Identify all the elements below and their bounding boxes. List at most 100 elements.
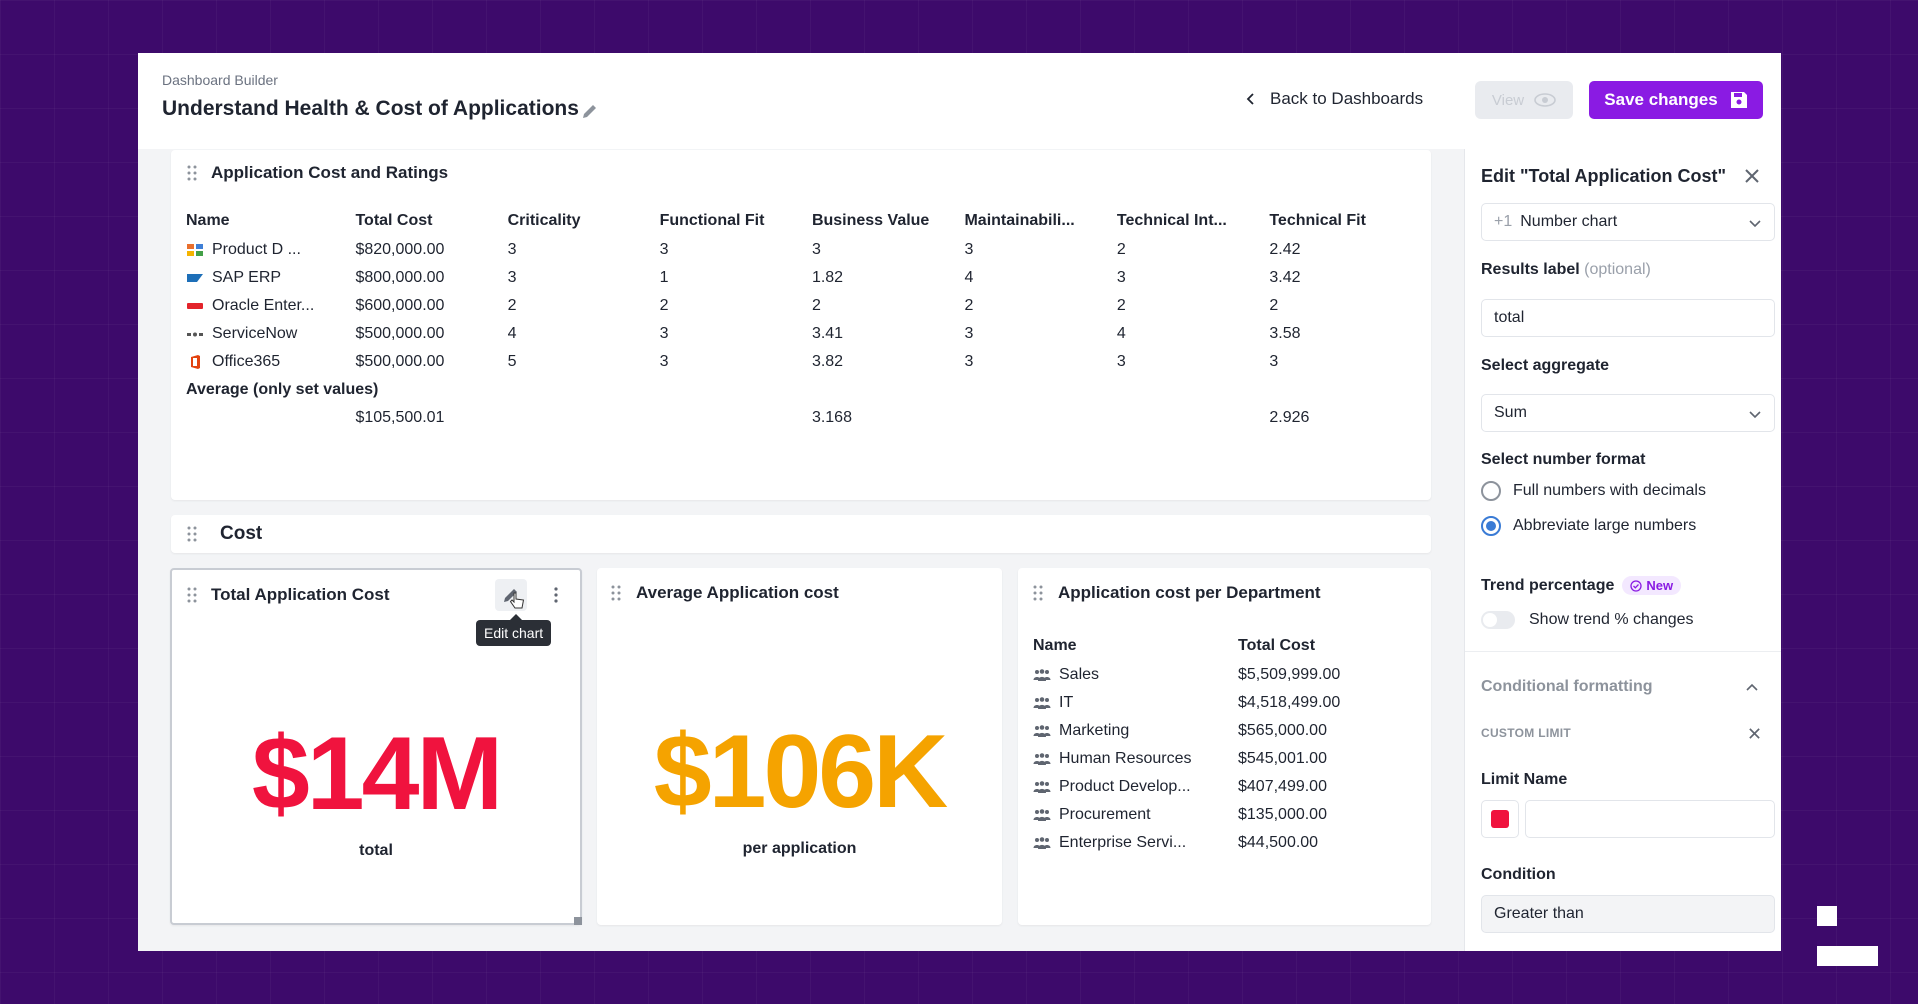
department-name: Sales xyxy=(1059,666,1100,683)
radio-label: Full numbers with decimals xyxy=(1513,482,1706,499)
cell: 3 xyxy=(1269,353,1279,370)
cell: 2 xyxy=(1116,241,1126,258)
limit-color-picker[interactable] xyxy=(1481,800,1519,838)
close-icon[interactable] xyxy=(1748,727,1761,740)
table-row[interactable]: ServiceNow $500,000.00 4 3 3.41 3 4 3.58 xyxy=(186,320,1366,348)
cell: 2 xyxy=(964,297,974,314)
team-icon xyxy=(1033,809,1051,821)
table-row[interactable]: Office365 $500,000.00 5 3 3.82 3 3 3 xyxy=(186,348,1366,376)
ratings-table: Name Total Cost Criticality Functional F… xyxy=(186,206,1366,432)
radio-abbreviate[interactable]: Abbreviate large numbers xyxy=(1481,516,1696,536)
drag-handle-icon[interactable] xyxy=(611,585,621,601)
cell-name: Office365 xyxy=(212,353,281,370)
column-header[interactable]: Functional Fit xyxy=(660,206,812,236)
team-icon xyxy=(1033,781,1051,793)
cell: 4 xyxy=(964,269,974,286)
trend-title-text: Trend percentage xyxy=(1481,576,1615,594)
cell: 2 xyxy=(1269,297,1279,314)
column-header[interactable]: Name xyxy=(186,206,355,236)
aggregate-title: Select aggregate xyxy=(1481,357,1610,374)
average-cost-caption: per application xyxy=(742,840,857,857)
table-row[interactable]: Oracle Enter... $600,000.00 2 2 2 2 2 2 xyxy=(186,292,1366,320)
column-header[interactable]: Criticality xyxy=(508,206,660,236)
cell: 2 xyxy=(1116,297,1126,314)
drag-handle-icon[interactable] xyxy=(187,587,197,603)
color-swatch xyxy=(1491,810,1509,828)
chart-type-prefix: +1 xyxy=(1494,213,1513,230)
department-total-cost: $407,499.00 xyxy=(1238,778,1327,795)
table-header-row: Name Total Cost Criticality Functional F… xyxy=(186,206,1366,236)
radio-button[interactable] xyxy=(1481,481,1501,501)
close-icon[interactable] xyxy=(1743,167,1761,185)
cell: 5 xyxy=(507,353,517,370)
table-row[interactable]: Marketing $565,000.00 xyxy=(1033,717,1393,745)
table-row[interactable]: IT $4,518,499.00 xyxy=(1033,689,1393,717)
results-label-input[interactable]: total xyxy=(1481,299,1775,337)
column-header[interactable]: Business Value xyxy=(812,206,965,236)
ratings-panel: Application Cost and Ratings Name Total … xyxy=(171,150,1431,500)
total-cost-card[interactable]: Total Application Cost Edit chart $14M t… xyxy=(170,568,582,925)
table-row[interactable]: Enterprise Servi... $44,500.00 xyxy=(1033,829,1393,857)
average-cost-card[interactable]: Average Application cost $106K per appli… xyxy=(597,568,1002,925)
radio-button-selected[interactable] xyxy=(1481,516,1501,536)
department-name: Human Resources xyxy=(1059,750,1192,767)
department-total-cost: $44,500.00 xyxy=(1238,834,1319,851)
cell: 3.42 xyxy=(1269,269,1301,286)
average-cell xyxy=(660,404,812,432)
average-cell: 2.926 xyxy=(1269,409,1310,426)
table-row[interactable]: Product Develop... $407,499.00 xyxy=(1033,773,1393,801)
chart-type-select[interactable]: +1 Number chart xyxy=(1481,203,1775,241)
cell: 3 xyxy=(659,241,669,258)
cell: 2 xyxy=(507,297,517,314)
optional-label: (optional) xyxy=(1584,261,1651,278)
cell: 2 xyxy=(659,297,669,314)
column-header[interactable]: Name xyxy=(1033,631,1238,661)
total-cost-caption: total xyxy=(359,842,393,859)
more-vertical-icon[interactable] xyxy=(553,586,559,604)
column-header[interactable]: Maintainabili... xyxy=(964,206,1116,236)
view-label: View xyxy=(1491,91,1525,109)
department-total-cost: $565,000.00 xyxy=(1238,722,1327,739)
column-header[interactable]: Total Cost xyxy=(1238,631,1393,661)
trend-toggle[interactable] xyxy=(1481,611,1515,629)
table-row[interactable]: Product D ... $820,000.00 3 3 3 3 2 2.42 xyxy=(186,236,1366,264)
cell-name: Product D ... xyxy=(212,241,301,258)
table-row[interactable]: Sales $5,509,999.00 xyxy=(1033,661,1393,689)
edit-chart-tooltip: Edit chart xyxy=(476,614,552,646)
back-label: Back to Dashboards xyxy=(1270,89,1424,108)
pencil-icon[interactable] xyxy=(580,101,600,121)
condition-select[interactable]: Greater than xyxy=(1481,895,1775,933)
average-cell xyxy=(1117,404,1269,432)
cell: 4 xyxy=(1116,325,1126,342)
total-cost-value: $14M xyxy=(251,716,503,832)
table-row[interactable]: Human Resources $545,001.00 xyxy=(1033,745,1393,773)
view-button[interactable]: View xyxy=(1475,81,1573,119)
save-changes-button[interactable]: Save changes xyxy=(1589,81,1763,119)
drag-handle-icon[interactable] xyxy=(1033,585,1043,601)
trend-toggle-label: Show trend % changes xyxy=(1529,611,1694,628)
drag-handle-icon[interactable] xyxy=(187,165,197,181)
back-to-dashboards-link[interactable]: Back to Dashboards xyxy=(1246,89,1423,109)
table-row[interactable]: SAP ERP $800,000.00 3 1 1.82 4 3 3.42 xyxy=(186,264,1366,292)
limit-name-input[interactable] xyxy=(1525,800,1775,838)
conditional-formatting-title[interactable]: Conditional formatting xyxy=(1481,678,1653,696)
column-header[interactable]: Technical Int... xyxy=(1117,206,1269,236)
department-total-cost: $135,000.00 xyxy=(1238,806,1327,823)
brand-mark-bar xyxy=(1817,946,1878,966)
breadcrumb[interactable]: Dashboard Builder xyxy=(162,72,278,88)
resize-handle[interactable] xyxy=(574,917,582,925)
aggregate-select[interactable]: Sum xyxy=(1481,394,1775,432)
table-row[interactable]: Procurement $135,000.00 xyxy=(1033,801,1393,829)
cell: 3.58 xyxy=(1269,325,1301,342)
column-header[interactable]: Total Cost xyxy=(355,206,507,236)
cell: 3 xyxy=(507,269,517,286)
column-header[interactable]: Technical Fit xyxy=(1269,206,1366,236)
department-card[interactable]: Application cost per Department Name Tot… xyxy=(1018,568,1431,925)
radio-full-numbers[interactable]: Full numbers with decimals xyxy=(1481,481,1706,501)
chevron-up-icon[interactable] xyxy=(1745,681,1759,695)
cell: 2 xyxy=(811,297,821,314)
trend-toggle-row[interactable]: Show trend % changes xyxy=(1481,611,1694,629)
results-label-title: Results label (optional) xyxy=(1481,261,1651,279)
drag-handle-icon[interactable] xyxy=(187,526,197,542)
chevron-left-icon xyxy=(1246,93,1254,105)
